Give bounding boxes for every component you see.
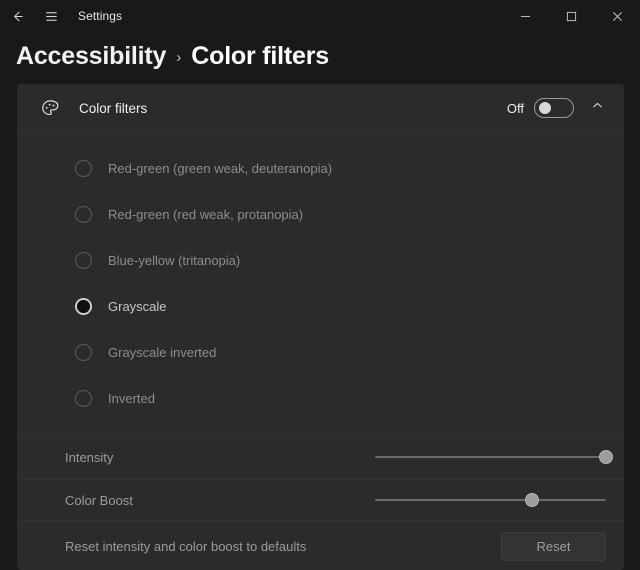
filter-option-label: Inverted <box>108 391 155 406</box>
intensity-slider[interactable] <box>375 447 606 467</box>
color-filters-title: Color filters <box>79 101 507 116</box>
filter-option-tritanopia[interactable]: Blue-yellow (tritanopia) <box>17 237 624 283</box>
intensity-row: Intensity <box>17 436 624 478</box>
filter-option-inverted[interactable]: Inverted <box>17 375 624 421</box>
reset-description: Reset intensity and color boost to defau… <box>65 539 501 554</box>
filter-option-label: Blue-yellow (tritanopia) <box>108 253 240 268</box>
filter-option-protanopia[interactable]: Red-green (red weak, protanopia) <box>17 191 624 237</box>
filter-option-label: Red-green (red weak, protanopia) <box>108 207 303 222</box>
close-button[interactable] <box>594 0 640 32</box>
breadcrumb: Accessibility › Color filters <box>0 32 640 78</box>
intensity-label: Intensity <box>65 450 375 465</box>
slider-track <box>375 499 606 501</box>
back-button[interactable] <box>0 0 34 32</box>
color-palette-icon <box>39 97 61 119</box>
menu-button[interactable] <box>34 0 68 32</box>
slider-thumb[interactable] <box>599 450 613 464</box>
title-bar: Settings <box>0 0 640 32</box>
breadcrumb-parent-link[interactable]: Accessibility <box>16 42 166 71</box>
color-filter-options-list: Red-green (green weak, deuteranopia) Red… <box>17 133 624 435</box>
radio-button-selected[interactable] <box>75 298 92 315</box>
color-filters-header[interactable]: Color filters Off <box>17 84 624 132</box>
radio-button[interactable] <box>75 390 92 407</box>
color-boost-slider[interactable] <box>375 490 606 510</box>
page-title: Color filters <box>191 42 329 71</box>
filter-option-grayscale[interactable]: Grayscale <box>17 283 624 329</box>
filter-option-label: Grayscale <box>108 299 167 314</box>
slider-thumb[interactable] <box>525 493 539 507</box>
chevron-up-icon <box>591 99 604 117</box>
breadcrumb-separator-icon: › <box>176 49 181 66</box>
filter-option-deuteranopia[interactable]: Red-green (green weak, deuteranopia) <box>17 145 624 191</box>
reset-button[interactable]: Reset <box>501 532 606 561</box>
hamburger-menu-icon <box>44 9 59 24</box>
expand-collapse-button[interactable] <box>582 93 612 123</box>
color-boost-row: Color Boost <box>17 479 624 521</box>
back-arrow-icon <box>10 9 25 24</box>
minimize-icon <box>520 11 531 22</box>
radio-button[interactable] <box>75 344 92 361</box>
window-title: Settings <box>78 9 122 23</box>
radio-button[interactable] <box>75 206 92 223</box>
radio-button[interactable] <box>75 160 92 177</box>
color-filters-toggle[interactable] <box>534 98 574 118</box>
toggle-knob <box>539 102 551 114</box>
filter-option-label: Red-green (green weak, deuteranopia) <box>108 161 332 176</box>
maximize-icon <box>566 11 577 22</box>
filter-option-grayscale-inverted[interactable]: Grayscale inverted <box>17 329 624 375</box>
minimize-button[interactable] <box>502 0 548 32</box>
radio-button[interactable] <box>75 252 92 269</box>
color-filters-toggle-state: Off <box>507 101 524 116</box>
maximize-button[interactable] <box>548 0 594 32</box>
color-filters-card: Color filters Off Red-green (green weak,… <box>17 84 624 570</box>
color-boost-label: Color Boost <box>65 493 375 508</box>
close-icon <box>612 11 623 22</box>
window-controls <box>502 0 640 32</box>
reset-row: Reset intensity and color boost to defau… <box>17 522 624 570</box>
filter-option-label: Grayscale inverted <box>108 345 216 360</box>
slider-track <box>375 456 606 458</box>
